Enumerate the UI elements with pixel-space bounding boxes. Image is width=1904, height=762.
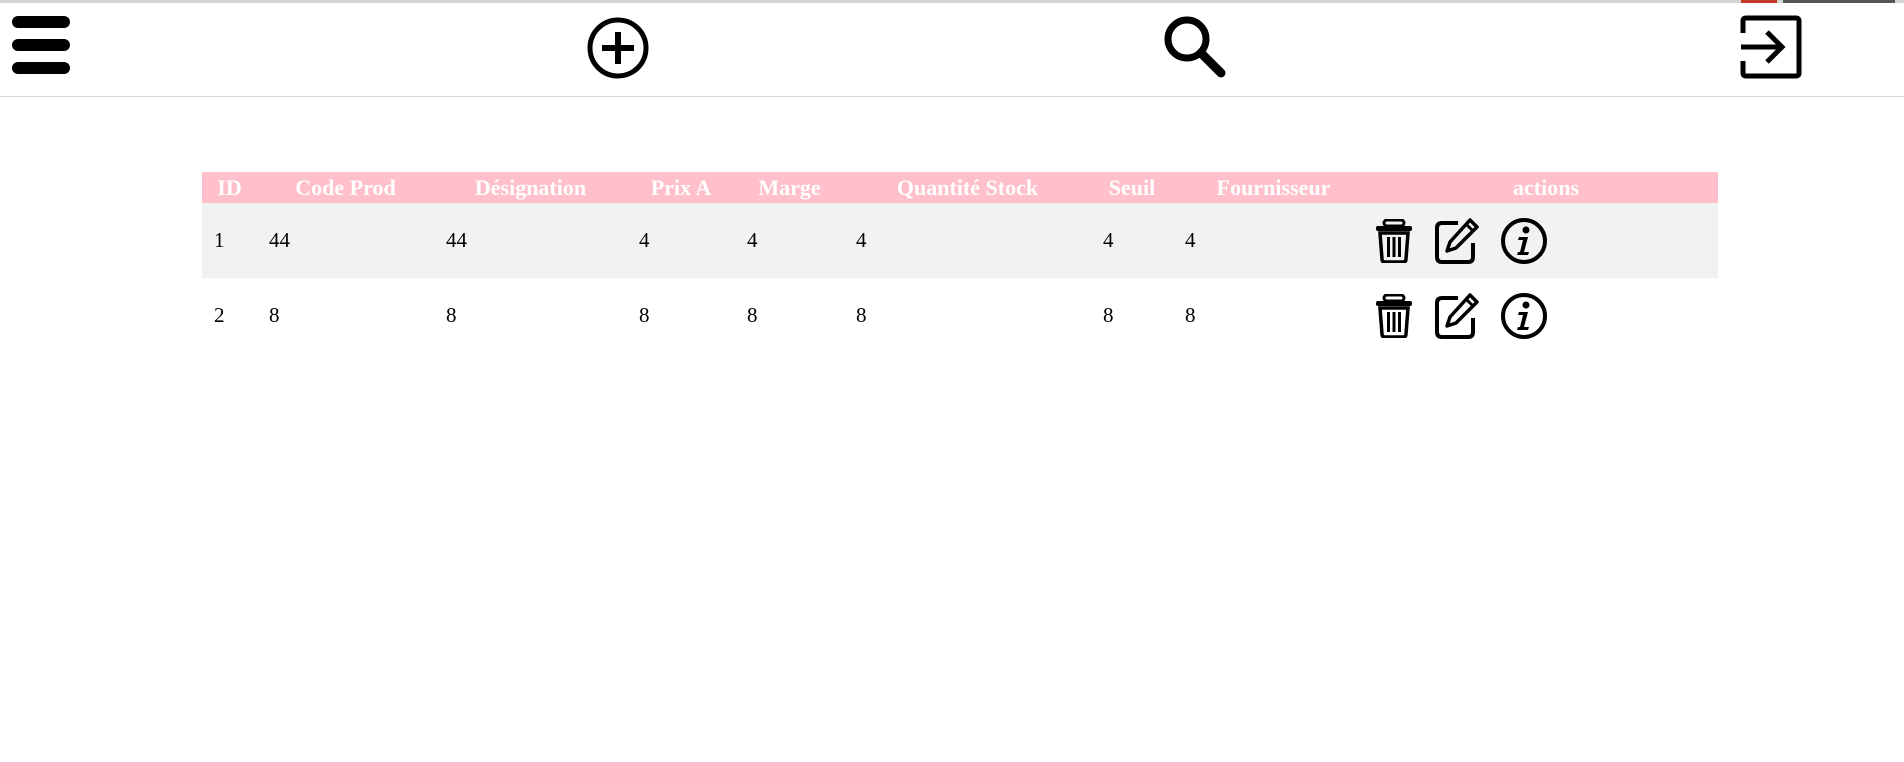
products-table-container: ID Code Prod Désignation Prix A Marge Qu… [202, 172, 1718, 353]
hamburger-menu-icon[interactable] [12, 14, 72, 78]
cell-prix: 4 [639, 228, 650, 252]
cell-seuil: 4 [1103, 228, 1114, 252]
cell-code: 44 [269, 228, 290, 252]
cell-actions [1374, 203, 1718, 278]
cell-id: 2 [214, 303, 225, 327]
trash-icon[interactable] [1374, 293, 1414, 338]
cell-designation: 8 [446, 303, 457, 327]
cell-actions [1374, 278, 1718, 353]
cell-marge: 8 [747, 303, 758, 327]
cell-prix: 8 [639, 303, 650, 327]
column-header-id[interactable]: ID [202, 172, 257, 203]
table-row: 1 44 44 4 4 4 4 4 [202, 203, 1718, 278]
column-header-prix[interactable]: Prix A [627, 172, 735, 203]
column-header-quantite[interactable]: Quantité Stock [844, 172, 1091, 203]
circle-plus-icon[interactable] [586, 15, 650, 79]
magnifier-icon[interactable] [1163, 15, 1227, 79]
table-row: 2 8 8 8 8 8 8 8 [202, 278, 1718, 353]
column-header-actions: actions [1513, 175, 1579, 200]
products-table: ID Code Prod Désignation Prix A Marge Qu… [202, 172, 1718, 353]
cell-quantite: 8 [856, 303, 867, 327]
cell-quantite: 4 [856, 228, 867, 252]
cell-fournisseur: 4 [1185, 228, 1196, 252]
cell-designation: 44 [446, 228, 467, 252]
column-header-fournisseur[interactable]: Fournisseur [1173, 172, 1374, 203]
cell-code: 8 [269, 303, 280, 327]
cell-marge: 4 [747, 228, 758, 252]
column-header-marge[interactable]: Marge [735, 172, 844, 203]
cell-seuil: 8 [1103, 303, 1114, 327]
info-icon[interactable] [1500, 292, 1548, 340]
info-icon[interactable] [1500, 217, 1548, 265]
cell-fournisseur: 8 [1185, 303, 1196, 327]
top-toolbar [0, 3, 1904, 97]
edit-icon[interactable] [1434, 217, 1480, 265]
column-header-designation[interactable]: Désignation [434, 172, 627, 203]
table-header-row: ID Code Prod Désignation Prix A Marge Qu… [202, 172, 1718, 203]
column-header-seuil[interactable]: Seuil [1091, 172, 1173, 203]
cell-id: 1 [214, 228, 225, 252]
sign-in-arrow-icon[interactable] [1739, 15, 1803, 79]
column-header-code[interactable]: Code Prod [257, 172, 434, 203]
trash-icon[interactable] [1374, 218, 1414, 263]
edit-icon[interactable] [1434, 292, 1480, 340]
